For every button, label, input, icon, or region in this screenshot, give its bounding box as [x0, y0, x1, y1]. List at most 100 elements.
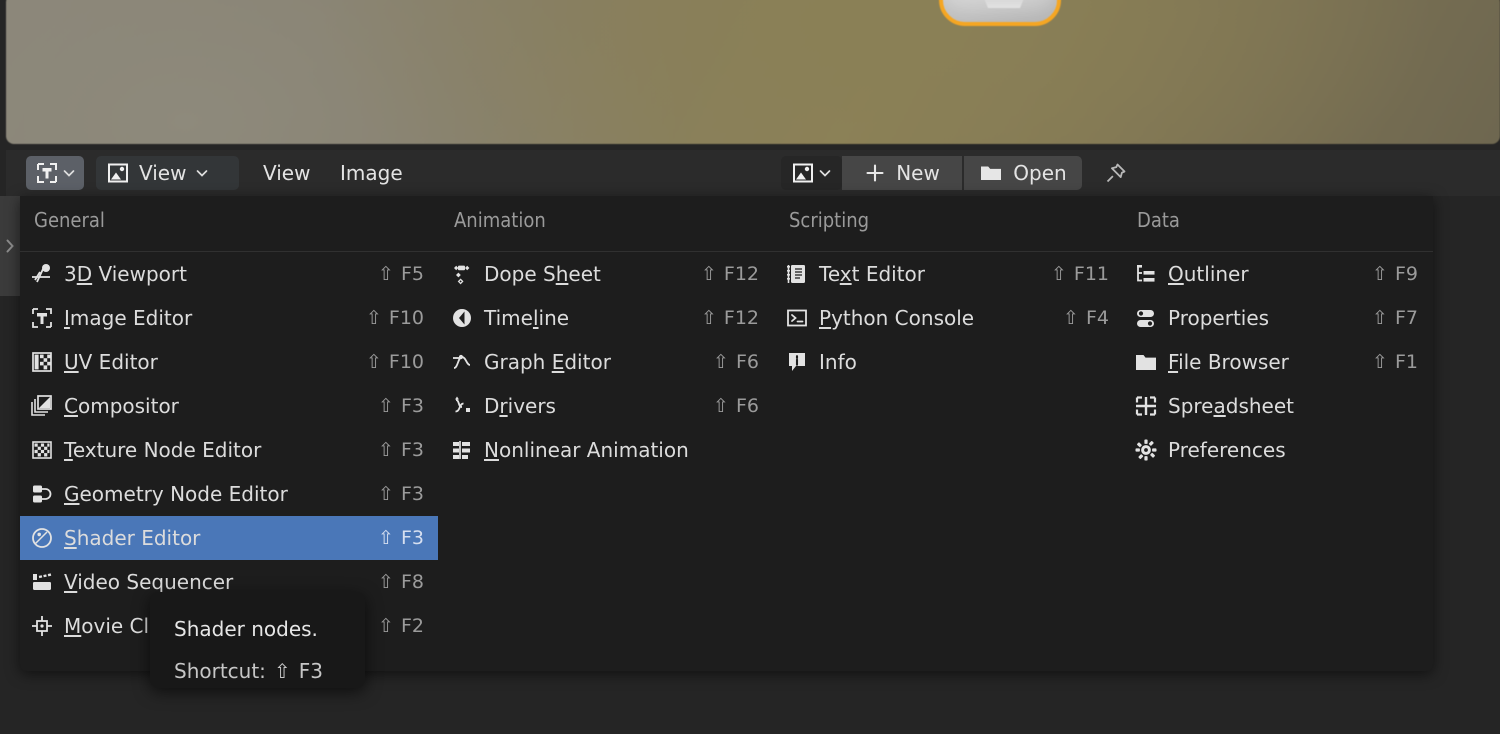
menu-item-3d-viewport[interactable]: 3D Viewport ⇧ F5	[20, 252, 438, 296]
column-header-general: General	[34, 208, 105, 232]
menu-item-preferences[interactable]: Preferences	[1124, 428, 1432, 472]
view-mode-dropdown[interactable]: View	[96, 156, 239, 190]
shift-icon: ⇧	[1063, 307, 1079, 329]
menu-item-label: Outliner	[1168, 262, 1249, 286]
graph-editor-icon	[440, 349, 484, 375]
menu-item-label: Python Console	[819, 306, 975, 330]
shortcut-key: F1	[1394, 351, 1418, 373]
menu-item-geometry-node-editor[interactable]: Geometry Node Editor ⇧ F3	[20, 472, 438, 516]
menu-item-nonlinear-animation[interactable]: Nonlinear Animation	[440, 428, 773, 472]
open-button-label: Open	[1013, 161, 1067, 185]
shift-icon: ⇧	[713, 395, 729, 417]
view-mode-label: View	[139, 161, 187, 185]
menu-item-shortcut: ⇧ F12	[701, 263, 773, 285]
menu-item-shortcut: ⇧ F5	[378, 263, 438, 285]
menu-item-shortcut: ⇧ F11	[1051, 263, 1123, 285]
menu-item-label: Nonlinear Animation	[484, 438, 689, 462]
shift-icon: ⇧	[1372, 263, 1388, 285]
menu-item-texture-node-editor[interactable]: Texture Node Editor ⇧ F3	[20, 428, 438, 472]
pin-icon	[1103, 160, 1129, 186]
menu-item-shortcut: ⇧ F1	[1372, 351, 1432, 373]
open-image-button[interactable]: Open	[964, 156, 1082, 190]
uv-editor-icon	[20, 349, 64, 375]
menu-item-shortcut: ⇧ F7	[1372, 307, 1432, 329]
menu-item-shortcut: ⇧ F2	[378, 615, 438, 637]
menu-item-label: Shader Editor	[64, 526, 201, 550]
menu-item-python-console[interactable]: Python Console ⇧ F4	[775, 296, 1123, 340]
shift-icon: ⇧	[700, 307, 717, 329]
shortcut-key: F11	[1073, 263, 1109, 285]
menu-item-label: Graph Editor	[484, 350, 611, 374]
menu-column-headers: General Animation Scripting Data	[20, 196, 1433, 252]
menu-item-label: Preferences	[1168, 438, 1286, 462]
menu-item-label: 3D Viewport	[64, 262, 187, 286]
menu-item-compositor[interactable]: Compositor ⇧ F3	[20, 384, 438, 428]
image-icon	[791, 161, 815, 185]
shift-icon: ⇧	[378, 571, 394, 593]
shortcut-key: F10	[388, 351, 424, 373]
shortcut-key: F3	[400, 439, 424, 461]
chevron-down-icon	[818, 166, 832, 180]
menu-item-shortcut: ⇧ F3	[378, 527, 438, 549]
shortcut-key: F12	[723, 307, 759, 329]
menu-item-label: Compositor	[64, 394, 179, 418]
menu-view-label: View	[263, 161, 311, 185]
menu-item-properties[interactable]: Properties ⇧ F7	[1124, 296, 1432, 340]
menu-item-shortcut: ⇧ F3	[378, 395, 438, 417]
image-editor-icon	[20, 305, 64, 331]
menu-item-graph-editor[interactable]: Graph Editor ⇧ F6	[440, 340, 773, 384]
menu-item-file-browser[interactable]: File Browser ⇧ F1	[1124, 340, 1432, 384]
menu-item-drivers[interactable]: Drivers ⇧ F6	[440, 384, 773, 428]
menu-item-uv-editor[interactable]: UV Editor ⇧ F10	[20, 340, 438, 384]
menu-item-shortcut: ⇧ F6	[713, 395, 773, 417]
menu-item-shortcut: ⇧ F4	[1063, 307, 1123, 329]
new-button-label: New	[896, 161, 940, 185]
geometry-node-icon	[20, 481, 64, 507]
blender-window: View View Image New Open General Animati…	[0, 0, 1500, 734]
menu-item-shortcut: ⇧ F3	[378, 439, 438, 461]
sidebar-expand-tab[interactable]	[0, 196, 20, 296]
3d-viewport-preview[interactable]	[6, 0, 1500, 144]
menu-item-info[interactable]: Info	[775, 340, 1123, 384]
menu-column-data: Outliner ⇧ F9 Properties ⇧ F7 File Browser ⇧ F1 S…	[1124, 252, 1432, 472]
video-sequencer-icon	[20, 569, 64, 595]
folder-icon	[979, 162, 1003, 184]
shift-icon: ⇧	[378, 615, 394, 637]
menu-column-general: 3D Viewport ⇧ F5 Image Editor ⇧ F10 UV Editor ⇧…	[20, 252, 438, 648]
dope-sheet-icon	[440, 261, 484, 287]
shift-icon: ⇧	[378, 483, 394, 505]
selected-3d-object[interactable]	[939, 0, 1061, 26]
menu-column-scripting: Text Editor ⇧ F11 Python Console ⇧ F4 Info	[775, 252, 1123, 384]
menu-item-text-editor[interactable]: Text Editor ⇧ F11	[775, 252, 1123, 296]
menu-item-label: Dope Sheet	[484, 262, 601, 286]
shortcut-key: F10	[388, 307, 424, 329]
image-datablock-selector[interactable]	[781, 156, 842, 190]
menu-item-label: Spreadsheet	[1168, 394, 1294, 418]
shift-icon: ⇧	[365, 351, 382, 373]
shortcut-key: F3	[400, 527, 424, 549]
menu-item-image-editor[interactable]: Image Editor ⇧ F10	[20, 296, 438, 340]
menu-image[interactable]: Image	[328, 156, 415, 190]
menu-item-shader-editor[interactable]: Shader Editor ⇧ F3	[20, 516, 438, 560]
menu-item-label: Image Editor	[64, 306, 193, 330]
shift-icon: ⇧	[700, 263, 717, 285]
new-image-button[interactable]: New	[842, 156, 962, 190]
pin-button[interactable]	[1096, 156, 1136, 190]
properties-icon	[1124, 305, 1168, 331]
menu-item-outliner[interactable]: Outliner ⇧ F9	[1124, 252, 1432, 296]
menu-item-shortcut: ⇧ F9	[1372, 263, 1432, 285]
outliner-icon	[1124, 261, 1168, 287]
menu-item-label: File Browser	[1168, 350, 1289, 374]
python-console-icon	[775, 305, 819, 331]
image-editor-icon	[35, 161, 59, 185]
editor-type-button[interactable]	[26, 156, 84, 190]
menu-item-label: Texture Node Editor	[64, 438, 262, 462]
menu-column-animation: Dope Sheet ⇧ F12 Timeline ⇧ F12 Graph Editor ⇧ F…	[440, 252, 773, 472]
menu-item-shortcut: ⇧ F10	[366, 307, 438, 329]
menu-item-spreadsheet[interactable]: Spreadsheet	[1124, 384, 1432, 428]
menu-item-timeline[interactable]: Timeline ⇧ F12	[440, 296, 773, 340]
menu-item-dope-sheet[interactable]: Dope Sheet ⇧ F12	[440, 252, 773, 296]
plus-icon	[864, 162, 886, 184]
menu-view[interactable]: View	[251, 156, 322, 190]
menu-item-shortcut: ⇧ F6	[713, 351, 773, 373]
